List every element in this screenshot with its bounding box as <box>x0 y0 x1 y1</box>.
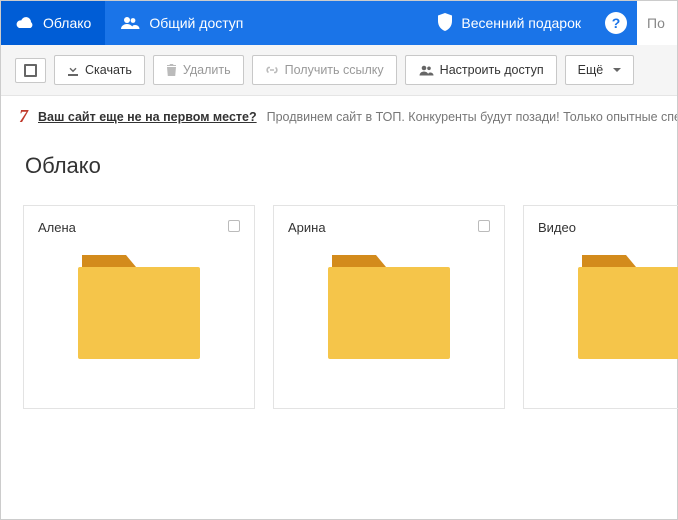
gift-label: Весенний подарок <box>461 15 581 31</box>
tab-cloud-label: Облако <box>43 15 91 31</box>
top-nav: Облако Общий доступ Весенний подарок ? П… <box>1 1 677 45</box>
folder-checkbox[interactable] <box>228 220 240 232</box>
trash-icon <box>166 64 177 76</box>
select-all-checkbox[interactable] <box>15 58 46 83</box>
tab-shared[interactable]: Общий доступ <box>105 1 257 45</box>
folder-card[interactable]: Видео <box>523 205 678 409</box>
folder-card[interactable]: Алена <box>23 205 255 409</box>
folder-name: Видео <box>538 220 678 235</box>
folder-name: Алена <box>38 220 240 235</box>
people-small-icon <box>418 65 434 76</box>
tab-cloud[interactable]: Облако <box>1 1 105 45</box>
more-button[interactable]: Ещё <box>565 55 635 85</box>
toolbar: Скачать Удалить Получить ссылку Настроит… <box>1 45 677 96</box>
more-label: Ещё <box>578 63 604 77</box>
ad-logo-icon: 7 <box>19 106 28 127</box>
delete-button[interactable]: Удалить <box>153 55 244 85</box>
link-icon <box>265 64 279 76</box>
ad-banner: 7 Ваш сайт еще не на первом месте? Продв… <box>1 96 677 137</box>
people-icon <box>119 16 141 30</box>
cloud-icon <box>15 16 35 30</box>
download-icon <box>67 64 79 76</box>
delete-label: Удалить <box>183 63 231 77</box>
ad-link[interactable]: Ваш сайт еще не на первом месте? <box>38 110 257 124</box>
share-access-button[interactable]: Настроить доступ <box>405 55 557 85</box>
checkbox-icon <box>24 64 37 77</box>
folder-checkbox[interactable] <box>478 220 490 232</box>
gift-button[interactable]: Весенний подарок <box>423 13 595 34</box>
search-input[interactable]: По <box>637 1 677 45</box>
folder-name: Арина <box>288 220 490 235</box>
download-button[interactable]: Скачать <box>54 55 145 85</box>
folder-grid: Алена Арина Видео <box>23 205 655 409</box>
folder-icon <box>574 253 678 366</box>
share-access-label: Настроить доступ <box>440 63 544 77</box>
tab-shared-label: Общий доступ <box>149 15 243 31</box>
get-link-button[interactable]: Получить ссылку <box>252 55 397 85</box>
search-stub: По <box>647 15 665 31</box>
chevron-down-icon <box>613 68 621 72</box>
help-icon: ? <box>612 15 621 31</box>
download-label: Скачать <box>85 63 132 77</box>
folder-icon <box>324 253 454 366</box>
shield-icon <box>437 13 453 34</box>
help-button[interactable]: ? <box>605 12 627 34</box>
folder-icon <box>74 253 204 366</box>
folder-card[interactable]: Арина <box>273 205 505 409</box>
get-link-label: Получить ссылку <box>285 63 384 77</box>
main-area: Облако Алена Арина Видео <box>1 137 677 429</box>
page-title: Облако <box>25 153 655 179</box>
ad-text: Продвинем сайт в ТОП. Конкуренты будут п… <box>267 110 677 124</box>
